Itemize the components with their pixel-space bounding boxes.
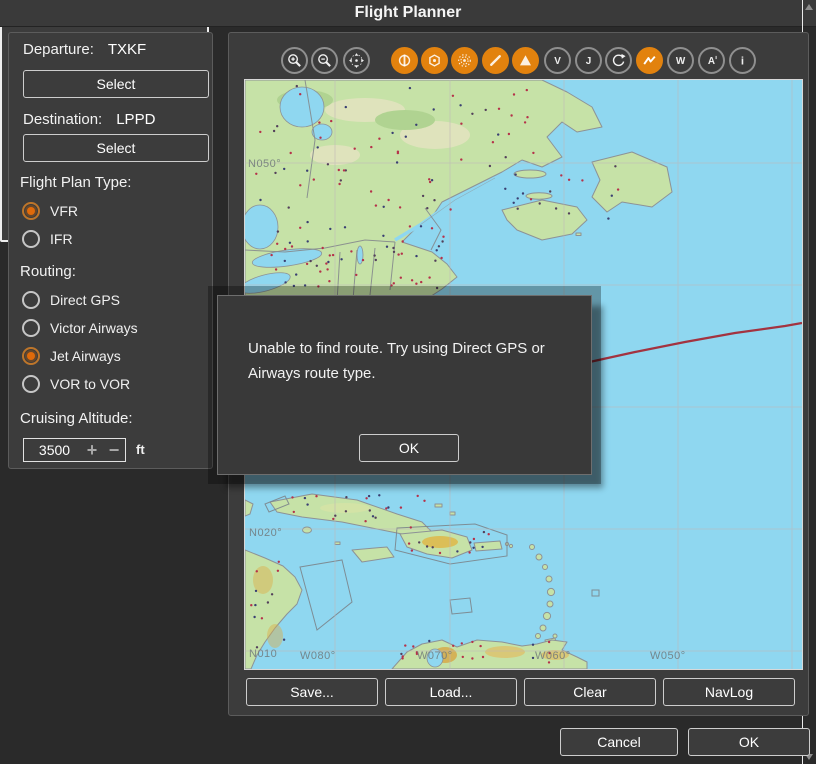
scroll-up-icon[interactable] — [805, 4, 813, 10]
title-bar: Flight Planner — [0, 0, 816, 27]
radio-label: Direct GPS — [50, 292, 120, 308]
altitude-increment-button[interactable]: + — [81, 440, 103, 460]
radio-icon — [22, 230, 40, 248]
radio-icon — [22, 202, 40, 220]
departure-row: Departure: TXKF — [23, 39, 146, 59]
flight-plan-type-label: Flight Plan Type: — [20, 172, 131, 192]
radio-icon — [22, 347, 40, 365]
load-button[interactable]: Load... — [385, 678, 517, 706]
radio-icon — [22, 291, 40, 309]
radio-vor-to-vor[interactable]: VOR to VOR — [22, 374, 130, 394]
svg-text:W: W — [675, 56, 685, 67]
show-ndbs-icon[interactable] — [451, 47, 478, 74]
ok-button[interactable]: OK — [688, 728, 810, 756]
show-labels-icon[interactable]: A — [698, 47, 725, 74]
show-airspace-icon[interactable] — [605, 47, 632, 74]
destination-select-button[interactable]: Select — [23, 134, 209, 162]
radio-label: VFR — [50, 203, 78, 219]
cancel-button[interactable]: Cancel — [560, 728, 678, 756]
destination-row: Destination: LPPD — [23, 109, 155, 129]
departure-select-button[interactable]: Select — [23, 70, 209, 98]
graticule-label: N010 — [249, 648, 277, 660]
show-weather-icon[interactable]: W — [667, 47, 694, 74]
svg-text:A: A — [707, 56, 714, 67]
graticule-label: W050° — [650, 650, 686, 662]
zoom-out-icon[interactable] — [311, 47, 338, 74]
show-jet-airways-icon[interactable]: J — [575, 47, 602, 74]
error-dialog: Unable to find route. Try using Direct G… — [217, 295, 592, 475]
radio-jet-airways[interactable]: Jet Airways — [22, 346, 121, 366]
show-victor-airways-icon[interactable]: V — [544, 47, 571, 74]
navlog-button[interactable]: NavLog — [663, 678, 795, 706]
show-airstrips-icon[interactable] — [482, 47, 509, 74]
show-flight-path-icon[interactable] — [636, 47, 663, 74]
altitude-decrement-button[interactable]: − — [103, 440, 125, 460]
radio-icon — [22, 319, 40, 337]
departure-label: Departure: — [23, 41, 94, 58]
graticule-label: N020° — [249, 527, 282, 539]
graticule-label: W060° — [535, 650, 571, 662]
destination-value: LPPD — [116, 111, 155, 128]
radio-direct-gps[interactable]: Direct GPS — [22, 290, 120, 310]
show-airports-icon[interactable] — [391, 47, 418, 74]
radio-vfr[interactable]: VFR — [22, 201, 78, 221]
flight-planner-window: Flight Planner Departure: TXKF Select De… — [0, 0, 816, 764]
radio-label: Victor Airways — [50, 320, 138, 336]
departure-value: TXKF — [108, 41, 146, 58]
save-button[interactable]: Save... — [246, 678, 378, 706]
graticule-label: W070° — [417, 650, 453, 662]
flight-options-panel: Departure: TXKF Select Destination: LPPD… — [8, 32, 213, 469]
svg-text:J: J — [585, 56, 591, 67]
altitude-unit-label: ft — [136, 442, 145, 457]
routing-label: Routing: — [20, 261, 76, 281]
show-intersections-icon[interactable] — [512, 47, 539, 74]
radio-ifr[interactable]: IFR — [22, 229, 73, 249]
cruising-altitude-value: 3500 — [24, 442, 81, 458]
cruising-altitude-label: Cruising Altitude: — [20, 408, 133, 428]
clear-button[interactable]: Clear — [524, 678, 656, 706]
svg-text:i: i — [740, 55, 743, 67]
radio-label: Jet Airways — [50, 348, 121, 364]
zoom-in-icon[interactable] — [281, 47, 308, 74]
radio-label: VOR to VOR — [50, 376, 130, 392]
show-info-icon[interactable]: i — [729, 47, 756, 74]
destination-label: Destination: — [23, 111, 102, 128]
error-message: Unable to find route. Try using Direct G… — [248, 336, 570, 386]
graticule-label: N050° — [248, 158, 281, 170]
window-title: Flight Planner — [355, 4, 462, 22]
show-vors-icon[interactable] — [421, 47, 448, 74]
radio-victor-airways[interactable]: Victor Airways — [22, 318, 138, 338]
graticule-label: W080° — [300, 650, 336, 662]
dialog-ok-button[interactable]: OK — [359, 434, 459, 462]
center-map-icon[interactable] — [343, 47, 370, 74]
cruising-altitude-stepper[interactable]: 3500 + − — [23, 438, 126, 462]
radio-icon — [22, 375, 40, 393]
radio-label: IFR — [50, 231, 73, 247]
svg-text:V: V — [554, 56, 561, 67]
